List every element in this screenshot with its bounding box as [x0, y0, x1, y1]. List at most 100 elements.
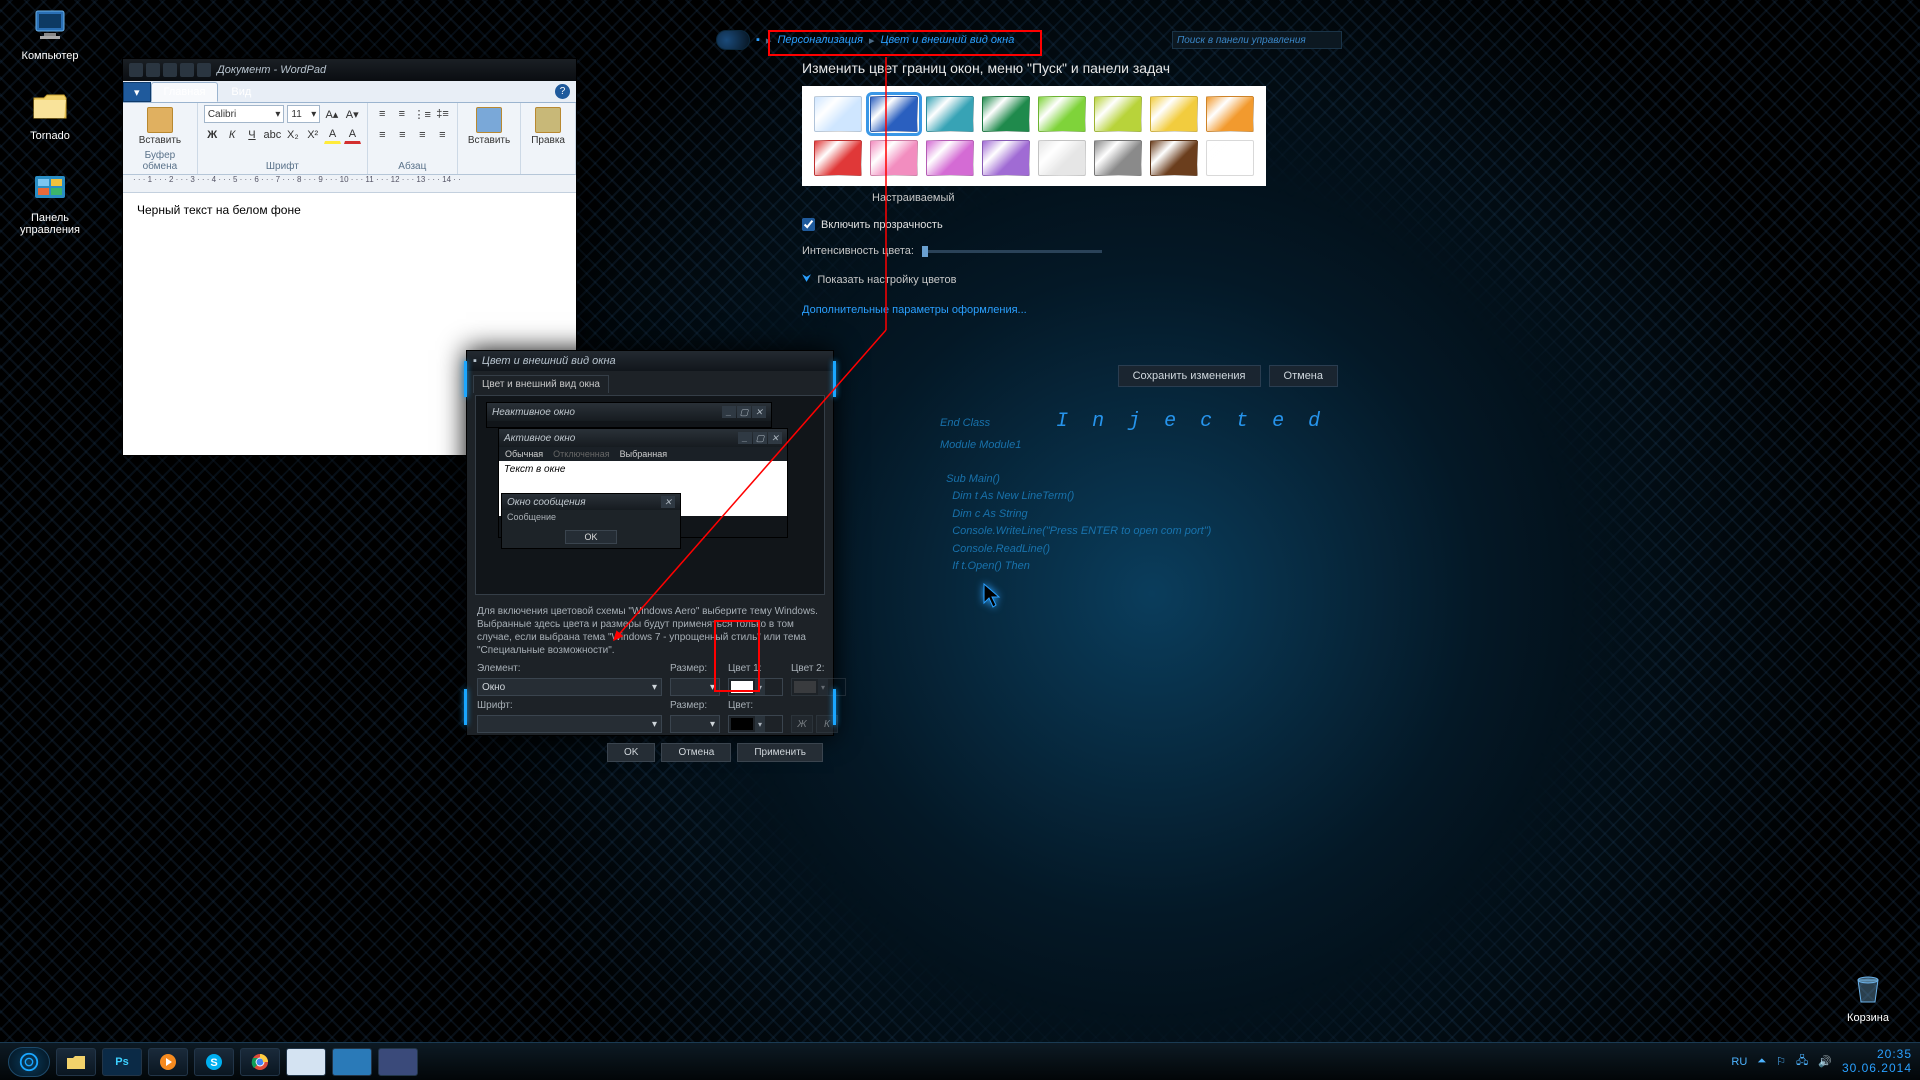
color2-swatch[interactable]: ▾: [791, 678, 846, 696]
subscript-icon[interactable]: X₂: [284, 126, 301, 144]
taskbar-photoshop-icon[interactable]: Ps: [102, 1048, 142, 1076]
taskbar-explorer-icon[interactable]: [56, 1048, 96, 1076]
taskbar-app3-icon[interactable]: [378, 1048, 418, 1076]
line-spacing-icon[interactable]: ‡≡: [434, 105, 451, 123]
taskbar[interactable]: Ps S RU ⏶ ⚐ 🖧 🔊 20:35 30.06.2014: [0, 1042, 1920, 1080]
desktop-icon-tornado[interactable]: Tornado: [10, 86, 90, 142]
save-button[interactable]: Сохранить изменения: [1118, 365, 1261, 387]
strike-icon[interactable]: abc: [263, 126, 281, 144]
desktop-icon-control-panel[interactable]: Панель управления: [10, 168, 90, 236]
size1-combo[interactable]: ▾: [670, 678, 720, 696]
cancel-button[interactable]: Отмена: [1269, 365, 1338, 387]
element-combo[interactable]: Окно▾: [477, 678, 662, 696]
color-swatch[interactable]: [870, 140, 918, 176]
color-swatch[interactable]: [814, 96, 862, 132]
tray-clock[interactable]: 20:35 30.06.2014: [1842, 1048, 1912, 1074]
taskbar-media-icon[interactable]: [148, 1048, 188, 1076]
size2-combo[interactable]: ▾: [670, 715, 720, 733]
chevron-down-icon: ⮟: [802, 273, 811, 286]
apply-button[interactable]: Применить: [737, 743, 823, 762]
taskbar-app2-icon[interactable]: [332, 1048, 372, 1076]
insert-button[interactable]: Вставить: [464, 105, 514, 148]
shrink-font-icon[interactable]: A▾: [344, 105, 361, 123]
bold-icon[interactable]: Ж: [204, 126, 221, 144]
taskbar-skype-icon[interactable]: S: [194, 1048, 234, 1076]
color-swatch[interactable]: [982, 96, 1030, 132]
color-swatch[interactable]: [1094, 96, 1142, 132]
show-mixer-link[interactable]: ⮟ Показать настройку цветов: [802, 273, 1334, 286]
help-icon[interactable]: ?: [555, 84, 570, 99]
underline-icon[interactable]: Ч: [244, 126, 261, 144]
font-name-combo[interactable]: Calibri▾: [204, 105, 285, 123]
preview-messagebox[interactable]: Окно сообщения✕ Сообщение OK: [501, 493, 681, 549]
search-input[interactable]: Поиск в панели управления: [1172, 31, 1342, 49]
preview-active-window[interactable]: Активное окно_▢✕ ОбычнаяОтключеннаяВыбра…: [498, 428, 788, 538]
indent-dec-icon[interactable]: ≡: [374, 105, 391, 123]
color-swatch[interactable]: [1150, 96, 1198, 132]
color-swatch[interactable]: [926, 96, 974, 132]
highlight-icon[interactable]: A: [324, 126, 341, 144]
bullets-icon[interactable]: ⋮≡: [413, 105, 431, 123]
dialog-tab[interactable]: Цвет и внешний вид окна: [467, 371, 833, 393]
quick-access-toolbar[interactable]: [129, 63, 211, 77]
color-swatch[interactable]: [926, 140, 974, 176]
system-tray[interactable]: RU ⏶ ⚐ 🖧 🔊 20:35 30.06.2014: [1731, 1048, 1912, 1074]
preview-ok-button[interactable]: OK: [565, 530, 616, 544]
breadcrumb-personalization[interactable]: Персонализация: [777, 34, 863, 46]
color-swatch[interactable]: [814, 140, 862, 176]
preview-inactive-window[interactable]: Неактивное окно_▢✕: [486, 402, 772, 428]
align-right-icon[interactable]: ≡: [414, 126, 431, 144]
breadcrumb-window-color[interactable]: Цвет и внешний вид окна: [881, 34, 1015, 46]
wordpad-titlebar[interactable]: Документ - WordPad: [123, 59, 576, 81]
personalization-window[interactable]: ▪ ▸ Персонализация ▸ Цвет и внешний вид …: [710, 28, 1348, 393]
color-swatch[interactable]: [1038, 140, 1086, 176]
edit-button[interactable]: Правка: [527, 105, 569, 148]
color-swatch[interactable]: [1094, 140, 1142, 176]
cancel-button[interactable]: Отмена: [661, 743, 731, 762]
tab-home[interactable]: Главная: [151, 82, 219, 102]
align-justify-icon[interactable]: ≡: [434, 126, 451, 144]
transparency-checkbox[interactable]: Включить прозрачность: [802, 218, 1334, 231]
color-swatch[interactable]: [1206, 96, 1254, 132]
color-swatch[interactable]: [870, 96, 918, 132]
desktop-icon-computer[interactable]: Компьютер: [10, 6, 90, 62]
tray-network-icon[interactable]: 🖧: [1796, 1052, 1808, 1071]
file-menu-button[interactable]: Файл▾: [123, 82, 151, 102]
tab-view[interactable]: Вид: [218, 82, 264, 102]
align-left-icon[interactable]: ≡: [374, 126, 391, 144]
font-combo[interactable]: ▾: [477, 715, 662, 733]
bold-toggle[interactable]: Ж: [791, 715, 813, 733]
indent-inc-icon[interactable]: ≡: [394, 105, 411, 123]
color1-swatch[interactable]: ▾: [728, 678, 783, 696]
preview-area[interactable]: Неактивное окно_▢✕ Активное окно_▢✕ Обыч…: [475, 395, 825, 595]
dialog-titlebar[interactable]: ▪ Цвет и внешний вид окна: [467, 351, 833, 371]
taskbar-app1-icon[interactable]: [286, 1048, 326, 1076]
color-swatch[interactable]: [1038, 96, 1086, 132]
taskbar-chrome-icon[interactable]: [240, 1048, 280, 1076]
ok-button[interactable]: OK: [607, 743, 655, 762]
color-swatch[interactable]: [982, 140, 1030, 176]
font-color-swatch[interactable]: ▾: [728, 715, 783, 733]
color-swatch[interactable]: [1206, 140, 1254, 176]
font-color-icon[interactable]: A: [344, 126, 361, 144]
align-center-icon[interactable]: ≡: [394, 126, 411, 144]
superscript-icon[interactable]: X²: [304, 126, 321, 144]
computer-icon: [30, 6, 70, 46]
start-button[interactable]: [8, 1047, 50, 1077]
lang-indicator[interactable]: RU: [1731, 1056, 1747, 1068]
font-size-combo[interactable]: 11▾: [287, 105, 320, 123]
ruler[interactable]: · · · 1 · · · 2 · · · 3 · · · 4 · · · 5 …: [123, 175, 576, 193]
color-swatch[interactable]: [1150, 140, 1198, 176]
window-color-dialog[interactable]: ▪ Цвет и внешний вид окна Цвет и внешний…: [466, 350, 834, 736]
intensity-slider[interactable]: [922, 250, 1102, 253]
tray-action-icon[interactable]: ⚐: [1776, 1055, 1786, 1068]
tray-volume-icon[interactable]: 🔊: [1818, 1055, 1832, 1068]
folder-icon: [30, 86, 70, 126]
paste-button[interactable]: Вставить: [129, 105, 191, 148]
nav-back-forward[interactable]: [716, 30, 750, 50]
grow-font-icon[interactable]: A▴: [323, 105, 340, 123]
tray-chevron-icon[interactable]: ⏶: [1757, 1055, 1766, 1068]
advanced-appearance-link[interactable]: Дополнительные параметры оформления...: [802, 304, 1334, 316]
italic-icon[interactable]: К: [224, 126, 241, 144]
desktop-icon-trash[interactable]: Корзина: [1828, 968, 1908, 1024]
